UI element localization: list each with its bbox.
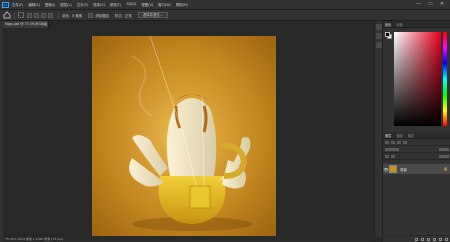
menu-select[interactable]: 选择(S) (93, 2, 105, 7)
menu-layer[interactable]: 图层(L) (60, 2, 71, 7)
menu-help[interactable]: 帮助(H) (176, 2, 188, 7)
photoshop-logo: Ps (2, 1, 9, 8)
antialias-checkbox[interactable] (88, 12, 94, 18)
add-selection-icon[interactable] (34, 12, 39, 18)
new-selection-icon[interactable] (27, 12, 32, 18)
color-panel (383, 28, 450, 138)
foreground-color-swatch[interactable] (385, 32, 390, 37)
lock-pixels-icon[interactable] (385, 154, 389, 158)
status-bar: 75.32% 1024 像素 x 1080 像素 (72 ppi) (3, 237, 374, 242)
intersect-selection-icon[interactable] (48, 12, 53, 18)
blend-mode-row (383, 146, 450, 153)
close-window-button[interactable]: ✕ (440, 1, 444, 7)
menu-3d[interactable]: 3D(D) (126, 2, 136, 7)
menu-image[interactable]: 图像(I) (45, 2, 55, 7)
subtract-selection-icon[interactable] (41, 12, 46, 18)
tab-color[interactable]: 颜色 (385, 22, 391, 27)
tab-channels[interactable]: 通道 (396, 133, 402, 138)
options-bar: 羽化： 0 像素 消除锯齿 样式： 正常 选择并遮住... (0, 9, 450, 21)
tab-swatches[interactable]: 色板 (396, 22, 402, 27)
lock-row (383, 153, 450, 160)
blend-mode-select[interactable] (385, 147, 399, 151)
canvas-area[interactable] (3, 28, 374, 237)
hue-slider[interactable] (443, 32, 447, 126)
layer-filter-bar (383, 139, 450, 146)
document-tab[interactable]: Eggs.psd @ 75.3%(RGB/8) × (3, 21, 49, 28)
minimize-button[interactable]: — (416, 1, 421, 7)
feather-input[interactable]: 0 像素 (72, 13, 82, 18)
marquee-tool-icon[interactable] (18, 12, 24, 18)
menu-file[interactable]: 文件(F) (12, 2, 23, 7)
layer-style-icon[interactable] (421, 237, 424, 241)
layer-name[interactable]: 背景 (400, 167, 407, 172)
style-select[interactable]: 正常 (125, 13, 132, 18)
layer-row[interactable]: 👁 背景 🔒 (383, 164, 450, 174)
menu-items: 文件(F) 编辑(E) 图像(I) 图层(L) 文字(Y) 选择(S) 滤镜(T… (12, 2, 193, 7)
divider (14, 11, 15, 19)
layer-thumbnail (389, 165, 397, 173)
fill-field[interactable] (439, 154, 449, 158)
filter-adjust-icon[interactable] (397, 140, 401, 144)
tab-paths[interactable]: 路径 (408, 133, 414, 138)
menu-bar: Ps 文件(F) 编辑(E) 图像(I) 图层(L) 文字(Y) 选择(S) 滤… (0, 0, 450, 9)
layers-footer (383, 235, 450, 242)
filter-type-icon[interactable] (403, 140, 407, 144)
menu-edit[interactable]: 编辑(E) (28, 2, 40, 7)
opacity-field[interactable] (439, 147, 449, 151)
menu-window[interactable]: 窗口(W) (158, 2, 171, 7)
filter-kind-icon[interactable] (385, 140, 389, 144)
close-document-icon[interactable]: × (44, 21, 47, 28)
panel-icon-strip (374, 21, 382, 237)
lock-icon[interactable]: 🔒 (444, 167, 448, 171)
new-layer-icon[interactable] (439, 237, 442, 241)
layers-panel-header: 图层 通道 路径 (383, 132, 450, 139)
link-layers-icon[interactable] (415, 237, 418, 241)
menu-filter[interactable]: 滤镜(T) (110, 2, 122, 7)
layers-panel: 图层 通道 路径 👁 背景 🔒 (383, 132, 450, 242)
new-group-icon[interactable] (433, 237, 436, 241)
right-panel-dock: 颜色 色板 图层 通道 路径 👁 背景 🔒 (382, 21, 450, 242)
color-panel-header: 颜色 色板 (383, 21, 450, 28)
document-title: Eggs.psd @ 75.3%(RGB/8) (5, 22, 48, 26)
artwork-image[interactable] (92, 36, 276, 236)
color-picker-field[interactable] (394, 32, 441, 126)
delete-layer-icon[interactable] (445, 237, 448, 241)
banana-teacup-illustration (92, 36, 276, 236)
select-and-mask-button[interactable]: 选择并遮住... (137, 12, 168, 18)
divider (58, 11, 59, 19)
menu-type[interactable]: 文字(Y) (77, 2, 89, 7)
lock-position-icon[interactable] (391, 154, 395, 158)
add-mask-icon[interactable] (427, 237, 430, 241)
filter-pixel-icon[interactable] (391, 140, 395, 144)
maximize-button[interactable]: ▭ (428, 1, 433, 7)
style-label: 样式： (114, 13, 125, 18)
menu-view[interactable]: 视图(V) (141, 2, 153, 7)
home-icon[interactable] (3, 11, 11, 19)
tab-layers[interactable]: 图层 (385, 133, 391, 138)
antialias-label: 消除锯齿 (95, 13, 109, 18)
feather-label: 羽化： (62, 13, 73, 18)
